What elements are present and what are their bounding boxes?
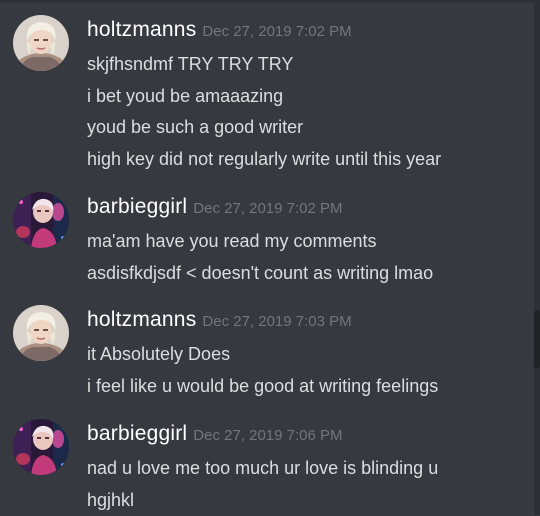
- message-line: it Absolutely Does: [87, 339, 438, 371]
- message-line: skjfhsndmf TRY TRY TRY: [87, 49, 441, 81]
- top-edge: [0, 0, 540, 3]
- timestamp: Dec 27, 2019 7:02 PM: [193, 200, 342, 217]
- avatar[interactable]: [13, 15, 69, 71]
- message-line: i bet youd be amaaazing: [87, 81, 441, 113]
- username[interactable]: holtzmanns: [87, 308, 196, 331]
- username[interactable]: holtzmanns: [87, 18, 196, 41]
- message-body: nad u love me too much ur love is blindi…: [87, 453, 438, 516]
- avatar[interactable]: [13, 419, 69, 475]
- timestamp: Dec 27, 2019 7:02 PM: [202, 23, 351, 40]
- username[interactable]: barbieggirl: [87, 422, 187, 445]
- message-line: hgjhkl: [87, 485, 438, 516]
- username[interactable]: barbieggirl: [87, 195, 187, 218]
- message-line: youd be such a good writer: [87, 112, 441, 144]
- message-body: skjfhsndmf TRY TRY TRY i bet youd be ama…: [87, 49, 441, 175]
- message-line: ma'am have you read my comments: [87, 226, 433, 258]
- message-header: holtzmanns Dec 27, 2019 7:03 PM: [87, 305, 352, 335]
- message-body: it Absolutely Does i feel like u would b…: [87, 339, 438, 402]
- message-line: high key did not regularly write until t…: [87, 144, 441, 176]
- avatar[interactable]: [13, 192, 69, 248]
- message-header: barbieggirl Dec 27, 2019 7:06 PM: [87, 419, 343, 449]
- scrollbar-track[interactable]: [534, 0, 540, 515]
- message-body: ma'am have you read my comments asdisfkd…: [87, 226, 433, 289]
- user-avatar-platinum-hair-icon: [13, 15, 69, 71]
- message-header: barbieggirl Dec 27, 2019 7:02 PM: [87, 192, 343, 222]
- avatar[interactable]: [13, 305, 69, 361]
- user-avatar-neon-icon: [13, 192, 69, 248]
- scrollbar-thumb[interactable]: [534, 310, 540, 368]
- message-line: i feel like u would be good at writing f…: [87, 371, 438, 403]
- message-line: asdisfkdjsdf < doesn't count as writing …: [87, 258, 433, 290]
- timestamp: Dec 27, 2019 7:06 PM: [193, 427, 342, 444]
- timestamp: Dec 27, 2019 7:03 PM: [202, 313, 351, 330]
- message-header: holtzmanns Dec 27, 2019 7:02 PM: [87, 15, 352, 45]
- user-avatar-neon-icon: [13, 419, 69, 475]
- user-avatar-platinum-hair-icon: [13, 305, 69, 361]
- message-line: nad u love me too much ur love is blindi…: [87, 453, 438, 485]
